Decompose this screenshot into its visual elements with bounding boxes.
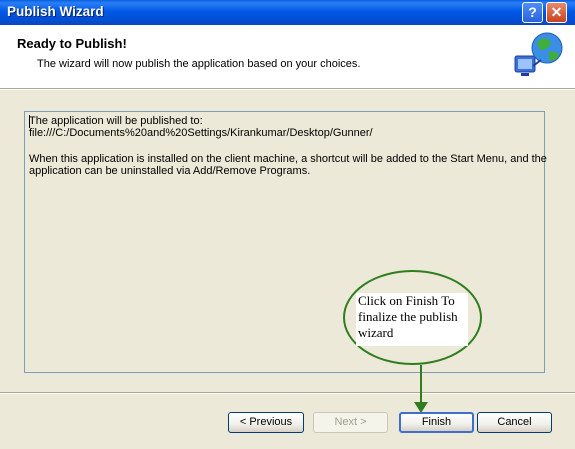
window-title: Publish Wizard bbox=[7, 4, 104, 19]
install-info-line1: When this application is installed on th… bbox=[29, 153, 547, 165]
finish-button[interactable]: Finish bbox=[399, 412, 474, 433]
next-button[interactable]: Next > bbox=[313, 412, 388, 433]
publish-location-path: file:///C:/Documents%20and%20Settings/Ki… bbox=[29, 127, 373, 139]
help-button[interactable]: ? bbox=[522, 2, 543, 23]
publish-wizard-window: Publish Wizard ? ✕ Ready to Publish! The… bbox=[0, 0, 575, 449]
globe-network-icon bbox=[514, 32, 563, 76]
title-bar[interactable]: Publish Wizard ? ✕ bbox=[0, 0, 575, 25]
wizard-header: Ready to Publish! The wizard will now pu… bbox=[0, 25, 575, 89]
previous-button[interactable]: < Previous bbox=[228, 412, 304, 433]
page-subtitle: The wizard will now publish the applicat… bbox=[37, 58, 361, 70]
page-title: Ready to Publish! bbox=[17, 36, 127, 51]
callout-note: Click on Finish To finalize the publish … bbox=[356, 293, 468, 346]
install-info-line2: application can be uninstalled via Add/R… bbox=[29, 165, 311, 177]
callout-line-3: wizard bbox=[358, 325, 394, 340]
callout-arrowhead bbox=[414, 402, 428, 413]
cancel-button[interactable]: Cancel bbox=[477, 412, 552, 433]
header-divider bbox=[0, 89, 575, 90]
footer-divider-highlight bbox=[0, 393, 575, 394]
publish-location-label: The application will be published to: bbox=[29, 115, 203, 127]
callout-line-1: Click on Finish To bbox=[358, 293, 455, 308]
close-button[interactable]: ✕ bbox=[546, 2, 567, 23]
callout-line-2: finalize the publish bbox=[358, 309, 458, 324]
